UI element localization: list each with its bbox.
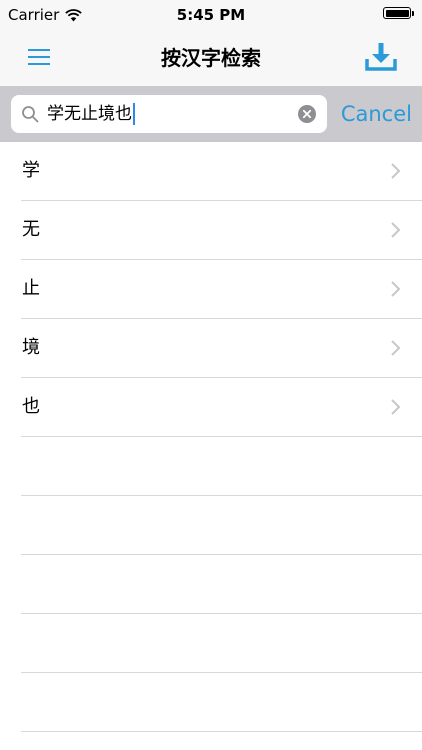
list-item[interactable]: 也 [21, 378, 422, 437]
search-bar: 学无止境也 Cancel [0, 86, 422, 142]
clear-icon [302, 109, 312, 119]
search-input[interactable]: 学无止境也 [11, 95, 327, 133]
list-item[interactable]: 无 [21, 201, 422, 260]
search-value: 学无止境也 [47, 104, 132, 124]
empty-row [21, 614, 422, 673]
empty-row [21, 437, 422, 496]
status-bar: Carrier 5:45 PM [0, 0, 422, 30]
empty-row [21, 496, 422, 555]
navigation-bar: 按汉字检索 [0, 30, 422, 86]
chevron-right-icon [391, 399, 401, 415]
list-item-label: 也 [22, 396, 40, 417]
chevron-right-icon [391, 281, 401, 297]
list-item[interactable]: 学 [21, 142, 422, 201]
list-item-label: 学 [22, 160, 40, 181]
list-item[interactable]: 境 [21, 319, 422, 378]
list-item-label: 境 [22, 337, 40, 358]
text-caret [133, 103, 135, 125]
list-item-label: 无 [22, 219, 40, 240]
download-icon [365, 43, 397, 71]
search-icon [22, 106, 39, 123]
empty-row [21, 673, 422, 732]
page-title: 按汉字检索 [161, 46, 261, 70]
chevron-right-icon [391, 163, 401, 179]
battery-indicator [383, 7, 414, 19]
results-list: 学无止境也 [0, 142, 422, 732]
list-item-label: 止 [22, 278, 40, 299]
empty-row [21, 555, 422, 614]
chevron-right-icon [391, 222, 401, 238]
battery-tip [412, 10, 414, 16]
list-item[interactable]: 止 [21, 260, 422, 319]
battery-fill [385, 9, 409, 17]
search-input-text: 学无止境也 [47, 95, 135, 133]
chevron-right-icon [391, 340, 401, 356]
cancel-button[interactable]: Cancel [341, 86, 412, 142]
battery-icon [383, 7, 411, 19]
clear-search-button[interactable] [298, 105, 316, 123]
download-button[interactable] [364, 42, 398, 72]
status-time: 5:45 PM [176, 6, 246, 24]
